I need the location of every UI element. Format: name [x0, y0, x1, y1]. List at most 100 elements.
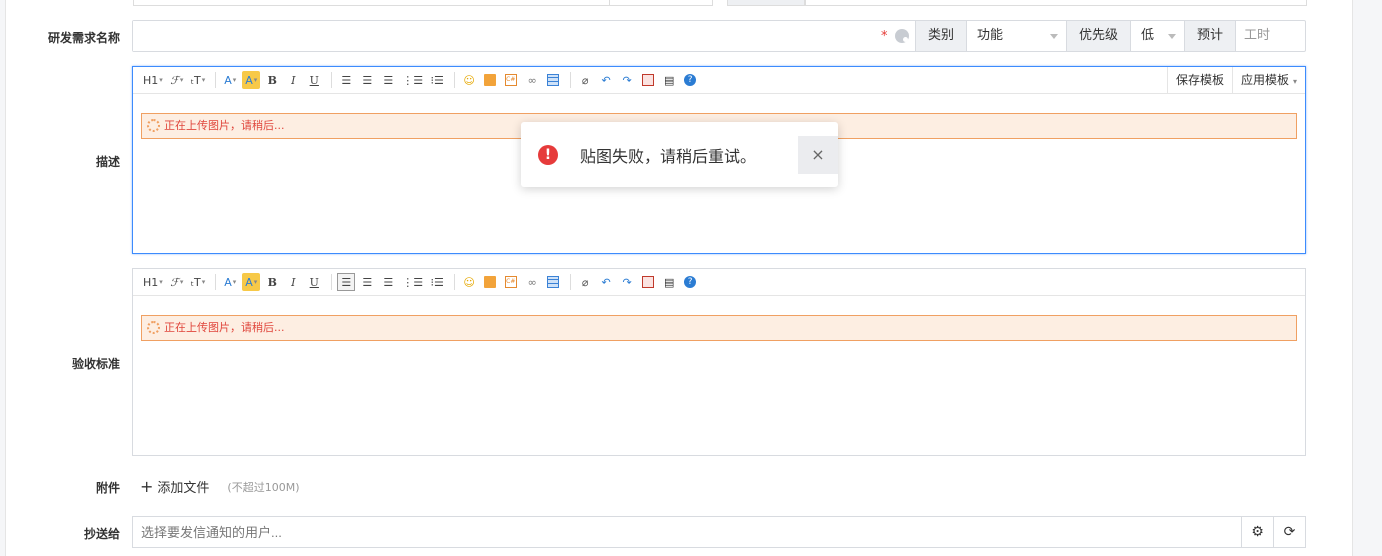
- title-input[interactable]: [133, 21, 915, 51]
- fullscreen-icon[interactable]: [639, 273, 657, 291]
- template-buttons: 保存模板 应用模板 ▾: [1166, 67, 1305, 94]
- required-star: *: [881, 29, 888, 44]
- gear-icon[interactable]: ⚙: [1241, 517, 1273, 547]
- highlight-button[interactable]: A ▾: [242, 71, 261, 89]
- bold-button[interactable]: B: [263, 71, 281, 89]
- highlight-button[interactable]: A ▾: [242, 273, 261, 291]
- upload-progress-bar: 正在上传图片，请稍后...: [141, 315, 1297, 341]
- chevron-down-icon: ▾: [1292, 77, 1297, 86]
- error-toast: ! 贴图失败，请稍后重试。 ×: [521, 122, 838, 187]
- spinner-icon: [147, 119, 160, 132]
- link-icon[interactable]: ∞: [523, 71, 541, 89]
- font-color-button[interactable]: A ▾: [221, 273, 239, 291]
- toolbar-separator: [570, 274, 572, 290]
- code-icon[interactable]: C#: [502, 71, 520, 89]
- align-left-icon[interactable]: ☰: [337, 273, 356, 291]
- link-icon[interactable]: ∞: [523, 273, 541, 291]
- fullscreen-icon[interactable]: [639, 71, 657, 89]
- code-icon[interactable]: C#: [502, 273, 520, 291]
- upload-status-text: 正在上传图片，请稍后...: [164, 119, 285, 132]
- attachments-area: + 添加文件 (不超过100M): [140, 477, 300, 496]
- plus-icon[interactable]: +: [140, 477, 153, 496]
- priority-label: 优先级: [1065, 21, 1130, 51]
- undo-icon[interactable]: ↶: [597, 273, 615, 291]
- source-icon[interactable]: ▤: [660, 71, 678, 89]
- font-size-button[interactable]: ₜT ▾: [189, 273, 207, 291]
- source-icon[interactable]: ▤: [660, 273, 678, 291]
- undo-icon[interactable]: ↶: [597, 71, 615, 89]
- emoji-icon[interactable]: ☺: [460, 273, 478, 291]
- spinner-icon: [147, 321, 160, 334]
- color-palette-icon[interactable]: [895, 29, 909, 43]
- cc-user-input[interactable]: [133, 517, 1241, 547]
- italic-button[interactable]: I: [284, 273, 302, 291]
- ordered-list-icon[interactable]: ⋮☰: [400, 273, 425, 291]
- file-size-hint: (不超过100M): [227, 480, 300, 494]
- editor-toolbar: H1 ▾ ℱ ▾ ₜT ▾ A ▾ A ▾ B I U ☰ ☰ ☰ ⋮☰ ⁝☰ ☺ C# …: [133, 269, 1305, 296]
- toast-message: 贴图失败，请稍后重试。: [580, 147, 757, 166]
- top-field-partial[interactable]: [133, 0, 611, 6]
- heading-button[interactable]: H1 ▾: [141, 71, 165, 89]
- toolbar-separator: [215, 72, 217, 88]
- attachments-label: 附件: [95, 481, 120, 495]
- top-field-partial-3[interactable]: [805, 0, 1307, 6]
- help-icon[interactable]: ?: [681, 71, 699, 89]
- eraser-icon[interactable]: ⌀: [576, 71, 594, 89]
- acceptance-label: 验收标准: [71, 357, 120, 371]
- category-value: 功能: [976, 28, 1003, 43]
- toolbar-separator: [215, 274, 217, 290]
- emoji-icon[interactable]: ☺: [460, 71, 478, 89]
- toolbar-separator: [331, 274, 333, 290]
- error-icon: !: [538, 145, 558, 165]
- table-icon[interactable]: [544, 273, 562, 291]
- font-family-button[interactable]: ℱ ▾: [168, 71, 186, 89]
- image-icon[interactable]: [481, 273, 499, 291]
- eraser-icon[interactable]: ⌀: [576, 273, 594, 291]
- acceptance-editor[interactable]: H1 ▾ ℱ ▾ ₜT ▾ A ▾ A ▾ B I U ☰ ☰ ☰ ⋮☰ ⁝☰ ☺ C# …: [132, 268, 1306, 456]
- apply-template-button[interactable]: 应用模板 ▾: [1231, 67, 1305, 93]
- redo-icon[interactable]: ↷: [618, 71, 636, 89]
- priority-select[interactable]: 低: [1129, 21, 1184, 51]
- toolbar-separator: [570, 72, 572, 88]
- heading-button[interactable]: H1 ▾: [141, 273, 165, 291]
- image-icon[interactable]: [481, 71, 499, 89]
- toolbar-separator: [454, 274, 456, 290]
- close-icon[interactable]: ×: [798, 136, 838, 174]
- description-label: 描述: [95, 155, 120, 169]
- editor-toolbar: H1 ▾ ℱ ▾ ₜT ▾ A ▾ A ▾ B I U ☰ ☰ ☰ ⋮☰ ⁝☰ ☺ C# …: [133, 67, 1305, 94]
- top-field-partial-2[interactable]: [609, 0, 713, 6]
- upload-status-text: 正在上传图片，请稍后...: [164, 321, 285, 334]
- redo-icon[interactable]: ↷: [618, 273, 636, 291]
- align-right-icon[interactable]: ☰: [379, 273, 397, 291]
- estimate-label: 预计: [1183, 21, 1235, 51]
- align-left-icon[interactable]: ☰: [337, 71, 355, 89]
- refresh-icon[interactable]: ⟳: [1273, 517, 1305, 547]
- font-size-button[interactable]: ₜT ▾: [189, 71, 207, 89]
- align-center-icon[interactable]: ☰: [358, 273, 376, 291]
- font-family-button[interactable]: ℱ ▾: [168, 273, 186, 291]
- priority-value: 低: [1140, 28, 1154, 43]
- title-label: 研发需求名称: [47, 31, 120, 45]
- underline-button[interactable]: U: [305, 273, 323, 291]
- title-row: * 类别 功能 优先级 低 预计 工时: [132, 20, 1306, 52]
- ordered-list-icon[interactable]: ⋮☰: [400, 71, 425, 89]
- cc-label: 抄送给: [83, 527, 120, 541]
- unordered-list-icon[interactable]: ⁝☰: [428, 273, 446, 291]
- chevron-down-icon: [1049, 34, 1058, 39]
- unordered-list-icon[interactable]: ⁝☰: [428, 71, 446, 89]
- help-icon[interactable]: ?: [681, 273, 699, 291]
- top-addon-partial: [727, 0, 805, 6]
- save-template-button[interactable]: 保存模板: [1166, 67, 1232, 93]
- align-center-icon[interactable]: ☰: [358, 71, 376, 89]
- underline-button[interactable]: U: [305, 71, 323, 89]
- category-select[interactable]: 功能: [965, 21, 1066, 51]
- font-color-button[interactable]: A ▾: [221, 71, 239, 89]
- estimate-input[interactable]: 工时: [1235, 21, 1305, 51]
- bold-button[interactable]: B: [263, 273, 281, 291]
- cc-field: ⚙ ⟳: [132, 516, 1306, 548]
- align-right-icon[interactable]: ☰: [379, 71, 397, 89]
- table-icon[interactable]: [544, 71, 562, 89]
- italic-button[interactable]: I: [284, 71, 302, 89]
- toolbar-separator: [331, 72, 333, 88]
- add-file-button[interactable]: 添加文件: [157, 477, 209, 496]
